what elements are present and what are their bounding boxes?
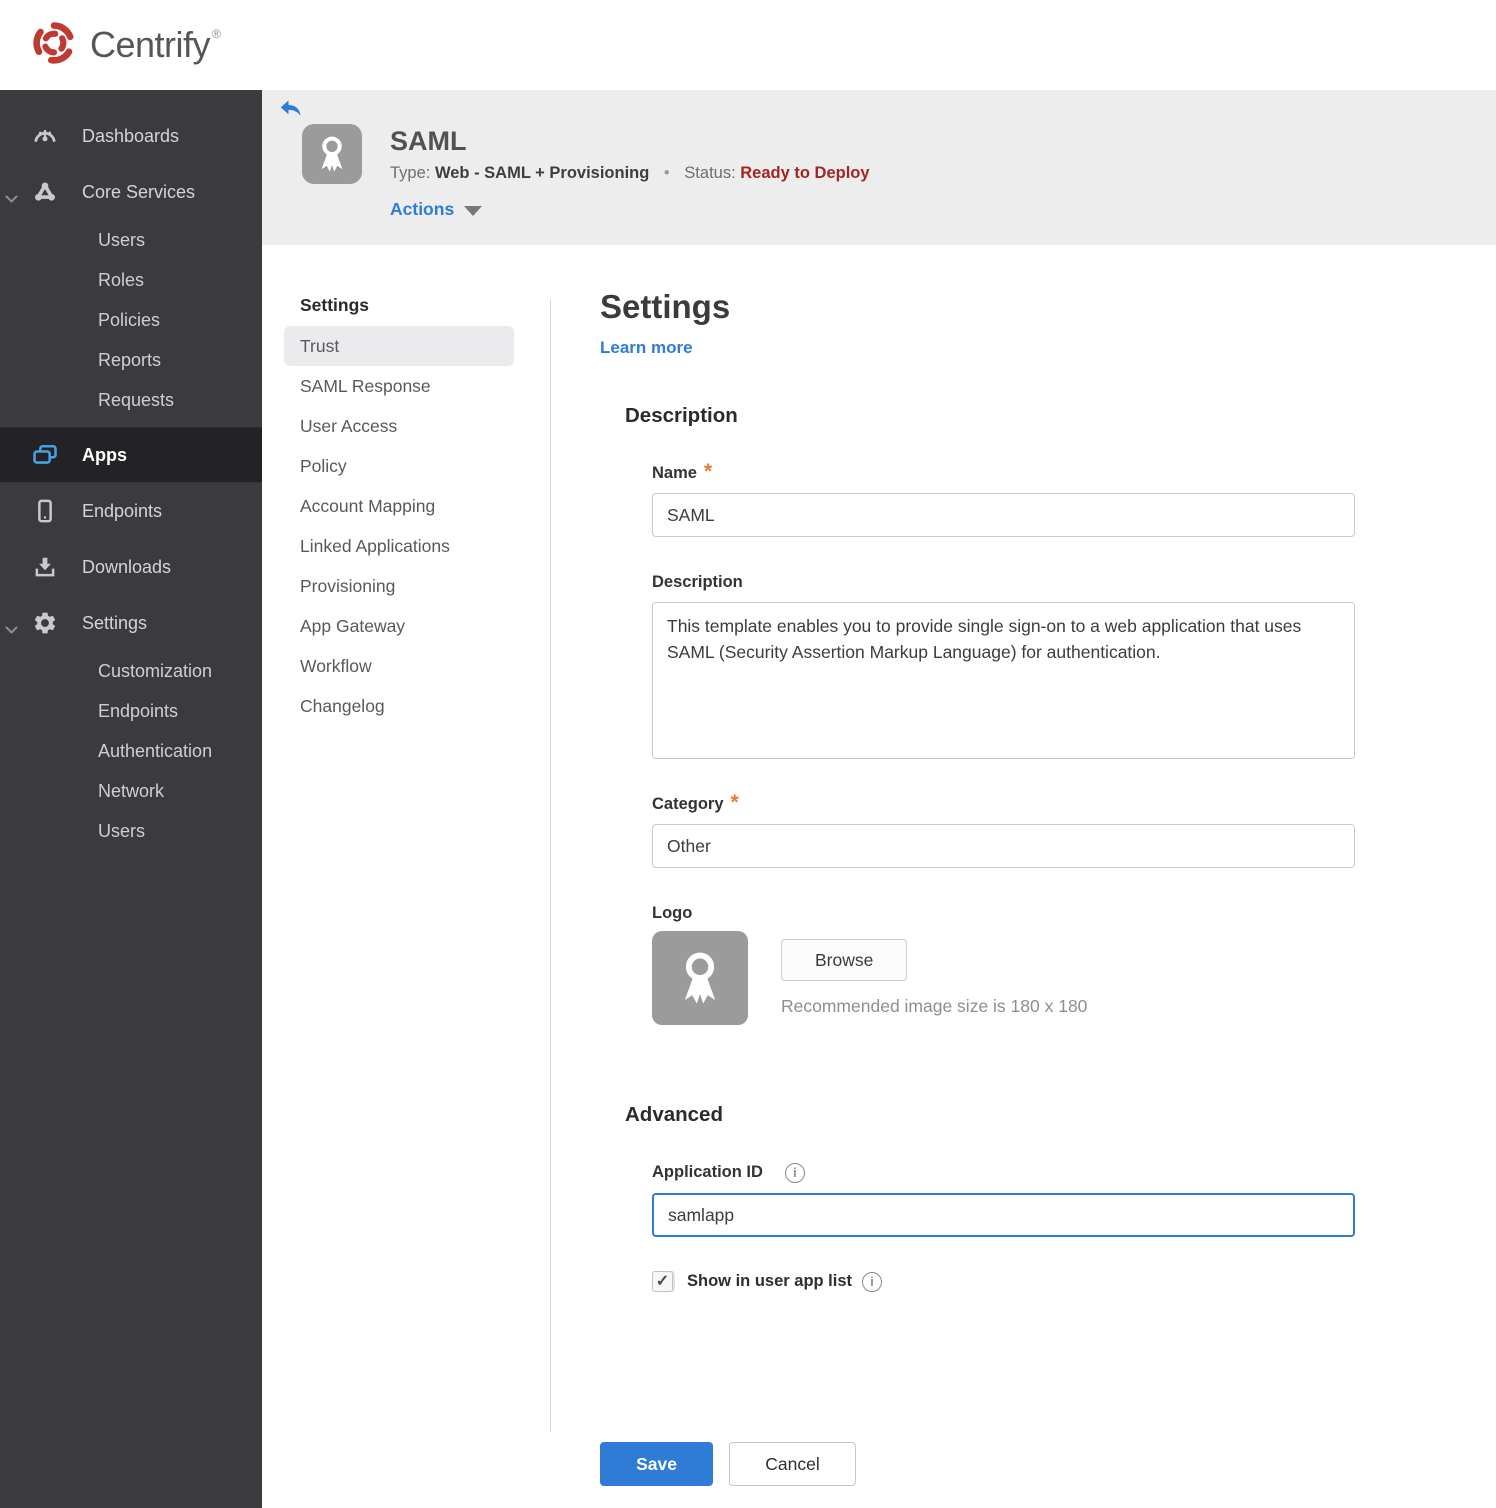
application-id-label: Application ID i xyxy=(652,1163,1496,1183)
logo-size-hint: Recommended image size is 180 x 180 xyxy=(781,996,1088,1016)
cancel-button[interactable]: Cancel xyxy=(729,1442,856,1486)
actions-label: Actions xyxy=(390,199,455,219)
show-in-user-app-list-label: Show in user app list xyxy=(687,1272,853,1290)
status-badge: Ready to Deploy xyxy=(740,164,870,182)
required-asterisk: * xyxy=(730,791,739,814)
status-label: Status: xyxy=(684,164,736,182)
sidebar-item-network[interactable]: Network xyxy=(0,771,262,811)
core-services-icon xyxy=(31,179,59,205)
sidebar-item-label: Endpoints xyxy=(82,500,163,521)
centrify-logo: Centrify ® xyxy=(30,19,221,71)
page-title: SAML xyxy=(390,126,467,156)
app-meta-line: Type: Web - SAML + Provisioning • Status… xyxy=(390,164,870,183)
sidebar-item-dashboards[interactable]: Dashboards xyxy=(0,108,262,164)
info-icon[interactable]: i xyxy=(784,1163,805,1183)
check-icon: ✓ xyxy=(655,1272,670,1290)
back-arrow-icon[interactable] xyxy=(278,98,304,122)
download-icon xyxy=(31,554,59,580)
save-button[interactable]: Save xyxy=(600,1442,713,1486)
sidebar-item-label: Apps xyxy=(82,444,127,465)
subnav-item-trust[interactable]: Trust xyxy=(284,326,514,366)
logo-label: Logo xyxy=(652,904,693,922)
subnav-item-workflow[interactable]: Workflow xyxy=(284,646,514,686)
browse-button[interactable]: Browse xyxy=(781,939,908,981)
sidebar-item-label: Core Services xyxy=(82,181,196,202)
description-section-header: Description xyxy=(625,404,738,427)
sidebar-item-downloads[interactable]: Downloads xyxy=(0,539,262,595)
logo-preview-ribbon-icon xyxy=(652,931,748,1025)
caret-down-icon xyxy=(464,206,483,216)
sidebar-item-requests[interactable]: Requests xyxy=(0,380,262,420)
application-id-field[interactable] xyxy=(652,1193,1355,1237)
sidebar-item-apps[interactable]: Apps xyxy=(0,427,262,483)
description-label: Description xyxy=(652,573,743,591)
sidebar-item-settings[interactable]: Settings xyxy=(0,595,262,651)
sidebar-item-reports[interactable]: Reports xyxy=(0,340,262,380)
settings-form: Settings Learn more Description Name * D… xyxy=(550,245,1496,1508)
sidebar-item-settings-endpoints[interactable]: Endpoints xyxy=(0,691,262,731)
chevron-down-icon xyxy=(5,619,18,640)
bullet-separator: • xyxy=(663,164,670,182)
mobile-device-icon xyxy=(31,498,59,524)
brand-name: Centrify xyxy=(90,24,211,65)
main-sidebar: Dashboards Core Services Users Roles Pol… xyxy=(0,90,262,1508)
actions-dropdown[interactable]: Actions xyxy=(390,199,870,220)
subnav-header: Settings xyxy=(300,295,370,315)
top-bar: Centrify ® xyxy=(0,0,1496,90)
learn-more-link[interactable]: Learn more xyxy=(600,338,693,358)
gauge-icon xyxy=(31,123,59,149)
sidebar-item-users[interactable]: Users xyxy=(0,220,262,260)
vertical-divider xyxy=(550,300,551,1432)
section-title: Settings xyxy=(600,288,731,325)
sidebar-item-label: Dashboards xyxy=(82,125,180,146)
subnav-item-provisioning[interactable]: Provisioning xyxy=(284,566,514,606)
chevron-down-icon xyxy=(5,188,18,209)
centrify-swirl-icon xyxy=(30,19,78,67)
name-label: Name * xyxy=(652,460,713,483)
sidebar-item-core-services[interactable]: Core Services xyxy=(0,164,262,220)
registered-mark: ® xyxy=(212,27,221,41)
settings-subnav: Settings Trust SAML Response User Access… xyxy=(262,245,550,1508)
sidebar-item-settings-users[interactable]: Users xyxy=(0,811,262,851)
subnav-item-app-gateway[interactable]: App Gateway xyxy=(284,606,514,646)
subnav-item-linked-applications[interactable]: Linked Applications xyxy=(284,526,514,566)
gear-icon xyxy=(31,610,59,636)
show-in-user-app-list-checkbox[interactable]: ✓ xyxy=(652,1271,673,1292)
subnav-item-policy[interactable]: Policy xyxy=(284,446,514,486)
type-value: Web - SAML + Provisioning xyxy=(434,164,650,182)
required-asterisk: * xyxy=(703,460,713,483)
advanced-section-header: Advanced xyxy=(625,1103,723,1126)
app-header: SAML Type: Web - SAML + Provisioning • S… xyxy=(262,90,1496,245)
description-field[interactable]: This template enables you to provide sin… xyxy=(652,602,1355,759)
sidebar-item-roles[interactable]: Roles xyxy=(0,260,262,300)
sidebar-item-label: Settings xyxy=(82,612,148,633)
subnav-item-account-mapping[interactable]: Account Mapping xyxy=(284,486,514,526)
app-logo-ribbon-icon xyxy=(302,124,362,184)
apps-icon xyxy=(31,442,59,468)
info-icon[interactable]: i xyxy=(862,1271,883,1292)
subnav-item-saml-response[interactable]: SAML Response xyxy=(284,366,514,406)
sidebar-item-endpoints[interactable]: Endpoints xyxy=(0,483,262,539)
subnav-item-user-access[interactable]: User Access xyxy=(284,406,514,446)
category-field[interactable] xyxy=(652,824,1355,868)
name-field[interactable] xyxy=(652,493,1355,537)
sidebar-item-authentication[interactable]: Authentication xyxy=(0,731,262,771)
type-label: Type: xyxy=(390,164,431,182)
sidebar-item-policies[interactable]: Policies xyxy=(0,300,262,340)
subnav-item-changelog[interactable]: Changelog xyxy=(284,686,514,726)
category-label: Category * xyxy=(652,791,739,814)
sidebar-item-customization[interactable]: Customization xyxy=(0,651,262,691)
sidebar-item-label: Downloads xyxy=(82,556,172,577)
